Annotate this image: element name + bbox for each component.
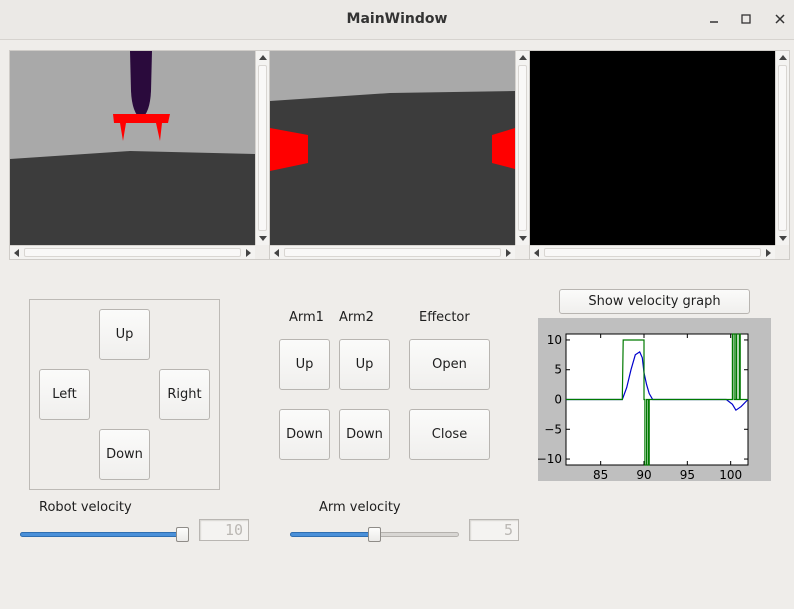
x-tick-label: 90 xyxy=(636,468,651,481)
scroll-right-icon[interactable] xyxy=(246,249,251,257)
camera-view-2-horizontal-scrollbar[interactable] xyxy=(270,245,515,259)
y-tick-label: −5 xyxy=(544,422,562,436)
scroll-left-icon[interactable] xyxy=(14,249,19,257)
velocity-chart: 85 90 95 1001050−5−10 xyxy=(537,333,749,482)
camera-view-1 xyxy=(9,50,270,260)
robot-velocity-label: Robot velocity xyxy=(39,500,132,515)
scroll-up-icon[interactable] xyxy=(779,55,787,60)
scroll-left-icon[interactable] xyxy=(274,249,279,257)
robot-left-button[interactable]: Left xyxy=(39,369,90,420)
scroll-down-icon[interactable] xyxy=(259,236,267,241)
close-button[interactable] xyxy=(770,10,790,30)
arm2-label: Arm2 xyxy=(339,310,374,325)
scrollbar-thumb[interactable] xyxy=(518,65,527,231)
scrollbar-thumb[interactable] xyxy=(284,248,501,257)
maximize-icon xyxy=(741,14,751,24)
robot-velocity-display: 10 xyxy=(199,519,249,541)
gripper-camera-image xyxy=(10,51,255,245)
camera-view-1-vertical-scrollbar[interactable] xyxy=(255,51,269,245)
window-title: MainWindow xyxy=(346,11,448,27)
scroll-right-icon[interactable] xyxy=(766,249,771,257)
blank-camera-image xyxy=(530,51,775,245)
front-camera-image xyxy=(270,51,515,245)
slider-handle[interactable] xyxy=(176,527,189,542)
slider-fill xyxy=(290,532,375,537)
effector-close-button[interactable]: Close xyxy=(409,409,490,460)
scrollbar-thumb[interactable] xyxy=(24,248,241,257)
effector-open-button[interactable]: Open xyxy=(409,339,490,390)
camera-view-2-vertical-scrollbar[interactable] xyxy=(515,51,529,245)
minimize-icon xyxy=(710,21,718,23)
minimize-button[interactable] xyxy=(704,10,724,30)
close-icon xyxy=(775,14,785,24)
camera-view-1-horizontal-scrollbar[interactable] xyxy=(10,245,255,259)
robot-down-button[interactable]: Down xyxy=(99,429,150,480)
x-tick-label: 95 xyxy=(680,468,695,481)
scroll-left-icon[interactable] xyxy=(534,249,539,257)
scroll-down-icon[interactable] xyxy=(519,236,527,241)
scroll-up-icon[interactable] xyxy=(519,55,527,60)
arm2-down-button[interactable]: Down xyxy=(339,409,390,460)
arm-velocity-label: Arm velocity xyxy=(319,500,401,515)
scrollbar-thumb[interactable] xyxy=(258,65,267,231)
camera-view-3-vertical-scrollbar[interactable] xyxy=(775,51,789,245)
maximize-button[interactable] xyxy=(736,10,756,30)
y-tick-label: 10 xyxy=(547,333,562,347)
arm-velocity-display: 5 xyxy=(469,519,519,541)
arm1-up-button[interactable]: Up xyxy=(279,339,330,390)
slider-handle[interactable] xyxy=(368,527,381,542)
scroll-right-icon[interactable] xyxy=(506,249,511,257)
effector-label: Effector xyxy=(419,310,470,325)
scrollbar-thumb[interactable] xyxy=(544,248,761,257)
arm1-down-button[interactable]: Down xyxy=(279,409,330,460)
show-velocity-graph-button[interactable]: Show velocity graph xyxy=(559,289,750,314)
camera-view-3 xyxy=(529,50,790,260)
arm1-label: Arm1 xyxy=(289,310,324,325)
y-tick-label: 5 xyxy=(554,363,562,377)
arm-velocity-slider[interactable] xyxy=(290,527,459,543)
scroll-up-icon[interactable] xyxy=(259,55,267,60)
slider-fill xyxy=(20,532,183,537)
x-tick-label: 100 xyxy=(719,468,742,481)
x-tick-label: 85 xyxy=(593,468,608,481)
velocity-graph: 85 90 95 100 10 5 0 −5 −10 xyxy=(537,318,771,482)
scrollbar-thumb[interactable] xyxy=(778,65,787,231)
camera-view-3-horizontal-scrollbar[interactable] xyxy=(530,245,775,259)
robot-right-button[interactable]: Right xyxy=(159,369,210,420)
robot-velocity-slider[interactable] xyxy=(20,527,189,543)
robot-up-button[interactable]: Up xyxy=(99,309,150,360)
camera-view-2 xyxy=(269,50,530,260)
arm2-up-button[interactable]: Up xyxy=(339,339,390,390)
y-tick-label: 0 xyxy=(554,393,562,407)
title-bar: MainWindow xyxy=(0,0,794,40)
y-tick-label: −10 xyxy=(538,452,562,466)
scroll-down-icon[interactable] xyxy=(779,236,787,241)
